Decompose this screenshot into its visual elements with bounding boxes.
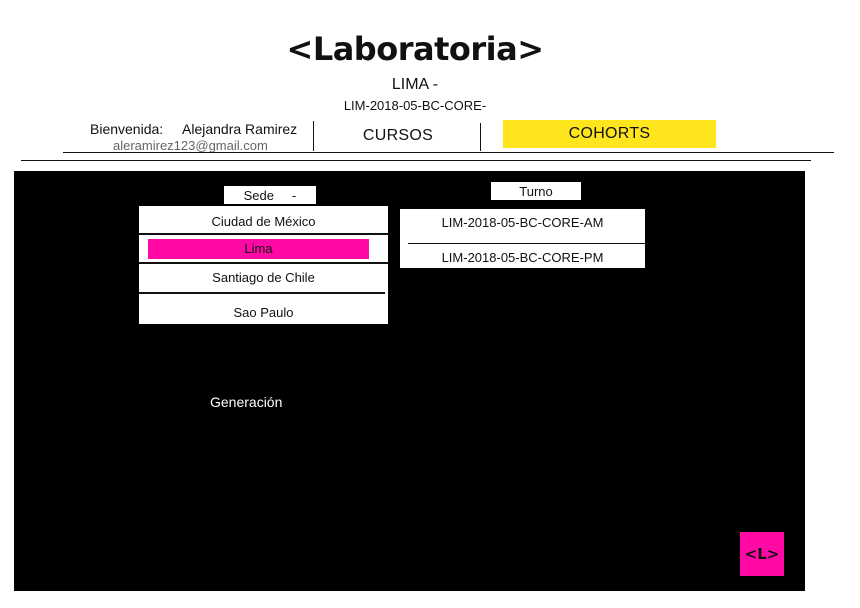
list-separator: [139, 292, 385, 294]
city-title: LIMA -: [391, 76, 439, 93]
sede-option-ciudad-de-mexico[interactable]: Ciudad de México: [139, 214, 388, 229]
divider: [480, 123, 481, 151]
turno-option-am[interactable]: LIM-2018-05-BC-CORE-AM: [400, 215, 645, 230]
laboratoria-logo: <Laboratoria>: [286, 30, 545, 68]
divider: [313, 121, 314, 151]
welcome-label: Bienvenida:: [90, 121, 164, 137]
list-separator: [139, 233, 388, 235]
sede-label[interactable]: Sede -: [224, 186, 316, 204]
header-underline: [21, 160, 811, 161]
sede-option-santiago-de-chile[interactable]: Santiago de Chile: [139, 270, 388, 285]
sede-option-lima[interactable]: Lima: [148, 239, 369, 259]
user-email: aleramirez123@gmail.com: [113, 138, 268, 153]
generacion-label: Generación: [210, 394, 283, 410]
header-underline: [63, 152, 834, 153]
turno-list: LIM-2018-05-BC-CORE-AM LIM-2018-05-BC-CO…: [400, 209, 645, 268]
user-name: Alejandra Ramirez: [182, 121, 298, 137]
list-separator: [408, 243, 645, 244]
list-separator: [139, 262, 388, 264]
cohort-code: LIM-2018-05-BC-CORE-: [343, 98, 487, 113]
turno-option-pm[interactable]: LIM-2018-05-BC-CORE-PM: [400, 250, 645, 265]
nav-cursos-tab[interactable]: CURSOS: [316, 122, 480, 150]
turno-label[interactable]: Turno: [491, 182, 581, 200]
sede-option-sao-paulo[interactable]: Sao Paulo: [139, 305, 388, 320]
laboratoria-badge-icon: <L>: [740, 532, 784, 576]
sede-list: Ciudad de México Lima Santiago de Chile …: [139, 206, 388, 324]
nav-cohorts-tab[interactable]: COHORTS: [503, 120, 716, 148]
